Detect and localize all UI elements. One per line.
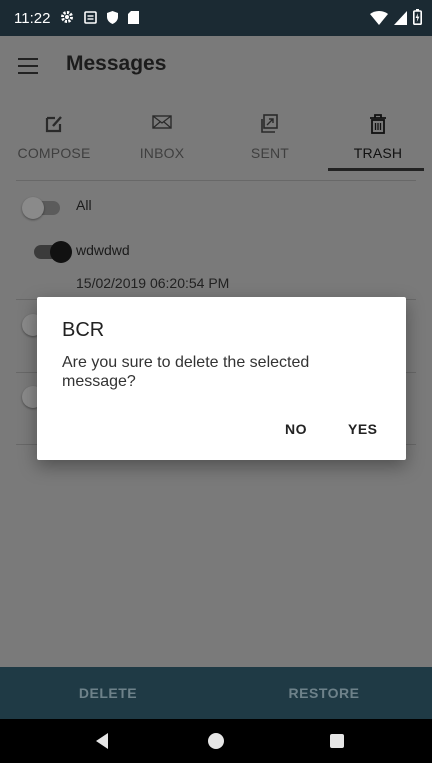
back-icon[interactable] bbox=[96, 733, 108, 749]
recent-apps-icon[interactable] bbox=[330, 734, 344, 748]
tab-trash[interactable]: TRASH bbox=[324, 100, 432, 172]
tab-label: SENT bbox=[250, 145, 290, 161]
tab-sent[interactable]: SENT bbox=[216, 100, 324, 172]
select-all-toggle[interactable] bbox=[22, 197, 60, 219]
status-time: 11:22 bbox=[14, 9, 51, 27]
home-icon[interactable] bbox=[208, 733, 224, 749]
gear-icon bbox=[60, 9, 74, 28]
tab-compose[interactable]: COMPOSE bbox=[0, 100, 108, 172]
message-sender: wdwdwd bbox=[76, 242, 130, 258]
hamburger-menu-icon[interactable] bbox=[18, 58, 38, 74]
restore-button[interactable]: RESTORE bbox=[216, 667, 432, 719]
bottom-action-bar: DELETE RESTORE bbox=[0, 667, 432, 719]
tab-label: INBOX bbox=[139, 145, 185, 161]
page-title: Messages bbox=[66, 52, 167, 75]
shield-icon bbox=[107, 9, 119, 28]
cellular-icon bbox=[394, 10, 407, 29]
wifi-icon bbox=[370, 10, 388, 29]
active-tab-indicator bbox=[328, 168, 424, 171]
dialog-title: BCR bbox=[62, 319, 105, 341]
tab-label: COMPOSE bbox=[17, 145, 91, 161]
tab-label: TRASH bbox=[353, 145, 403, 161]
delete-button[interactable]: DELETE bbox=[0, 667, 216, 719]
divider bbox=[16, 180, 416, 181]
battery-icon bbox=[413, 9, 423, 29]
tab-inbox[interactable]: INBOX bbox=[108, 100, 216, 172]
tab-bar: COMPOSE INBOX SENT TRASH bbox=[0, 100, 432, 172]
notification-icon bbox=[84, 9, 98, 28]
app-bar: Messages bbox=[0, 36, 432, 100]
dialog-message: Are you sure to delete the selected mess… bbox=[62, 354, 310, 390]
yes-button[interactable]: YES bbox=[348, 421, 378, 437]
system-nav-bar bbox=[0, 719, 432, 763]
select-all-label: All bbox=[76, 197, 92, 213]
confirm-delete-dialog: BCR Are you sure to delete the selected … bbox=[37, 297, 406, 460]
status-bar: 11:22 bbox=[0, 0, 432, 36]
message-select-toggle[interactable] bbox=[34, 241, 72, 263]
message-timestamp: 15/02/2019 06:20:54 PM bbox=[76, 275, 230, 291]
no-button[interactable]: NO bbox=[285, 421, 307, 437]
sd-card-icon bbox=[128, 9, 140, 28]
